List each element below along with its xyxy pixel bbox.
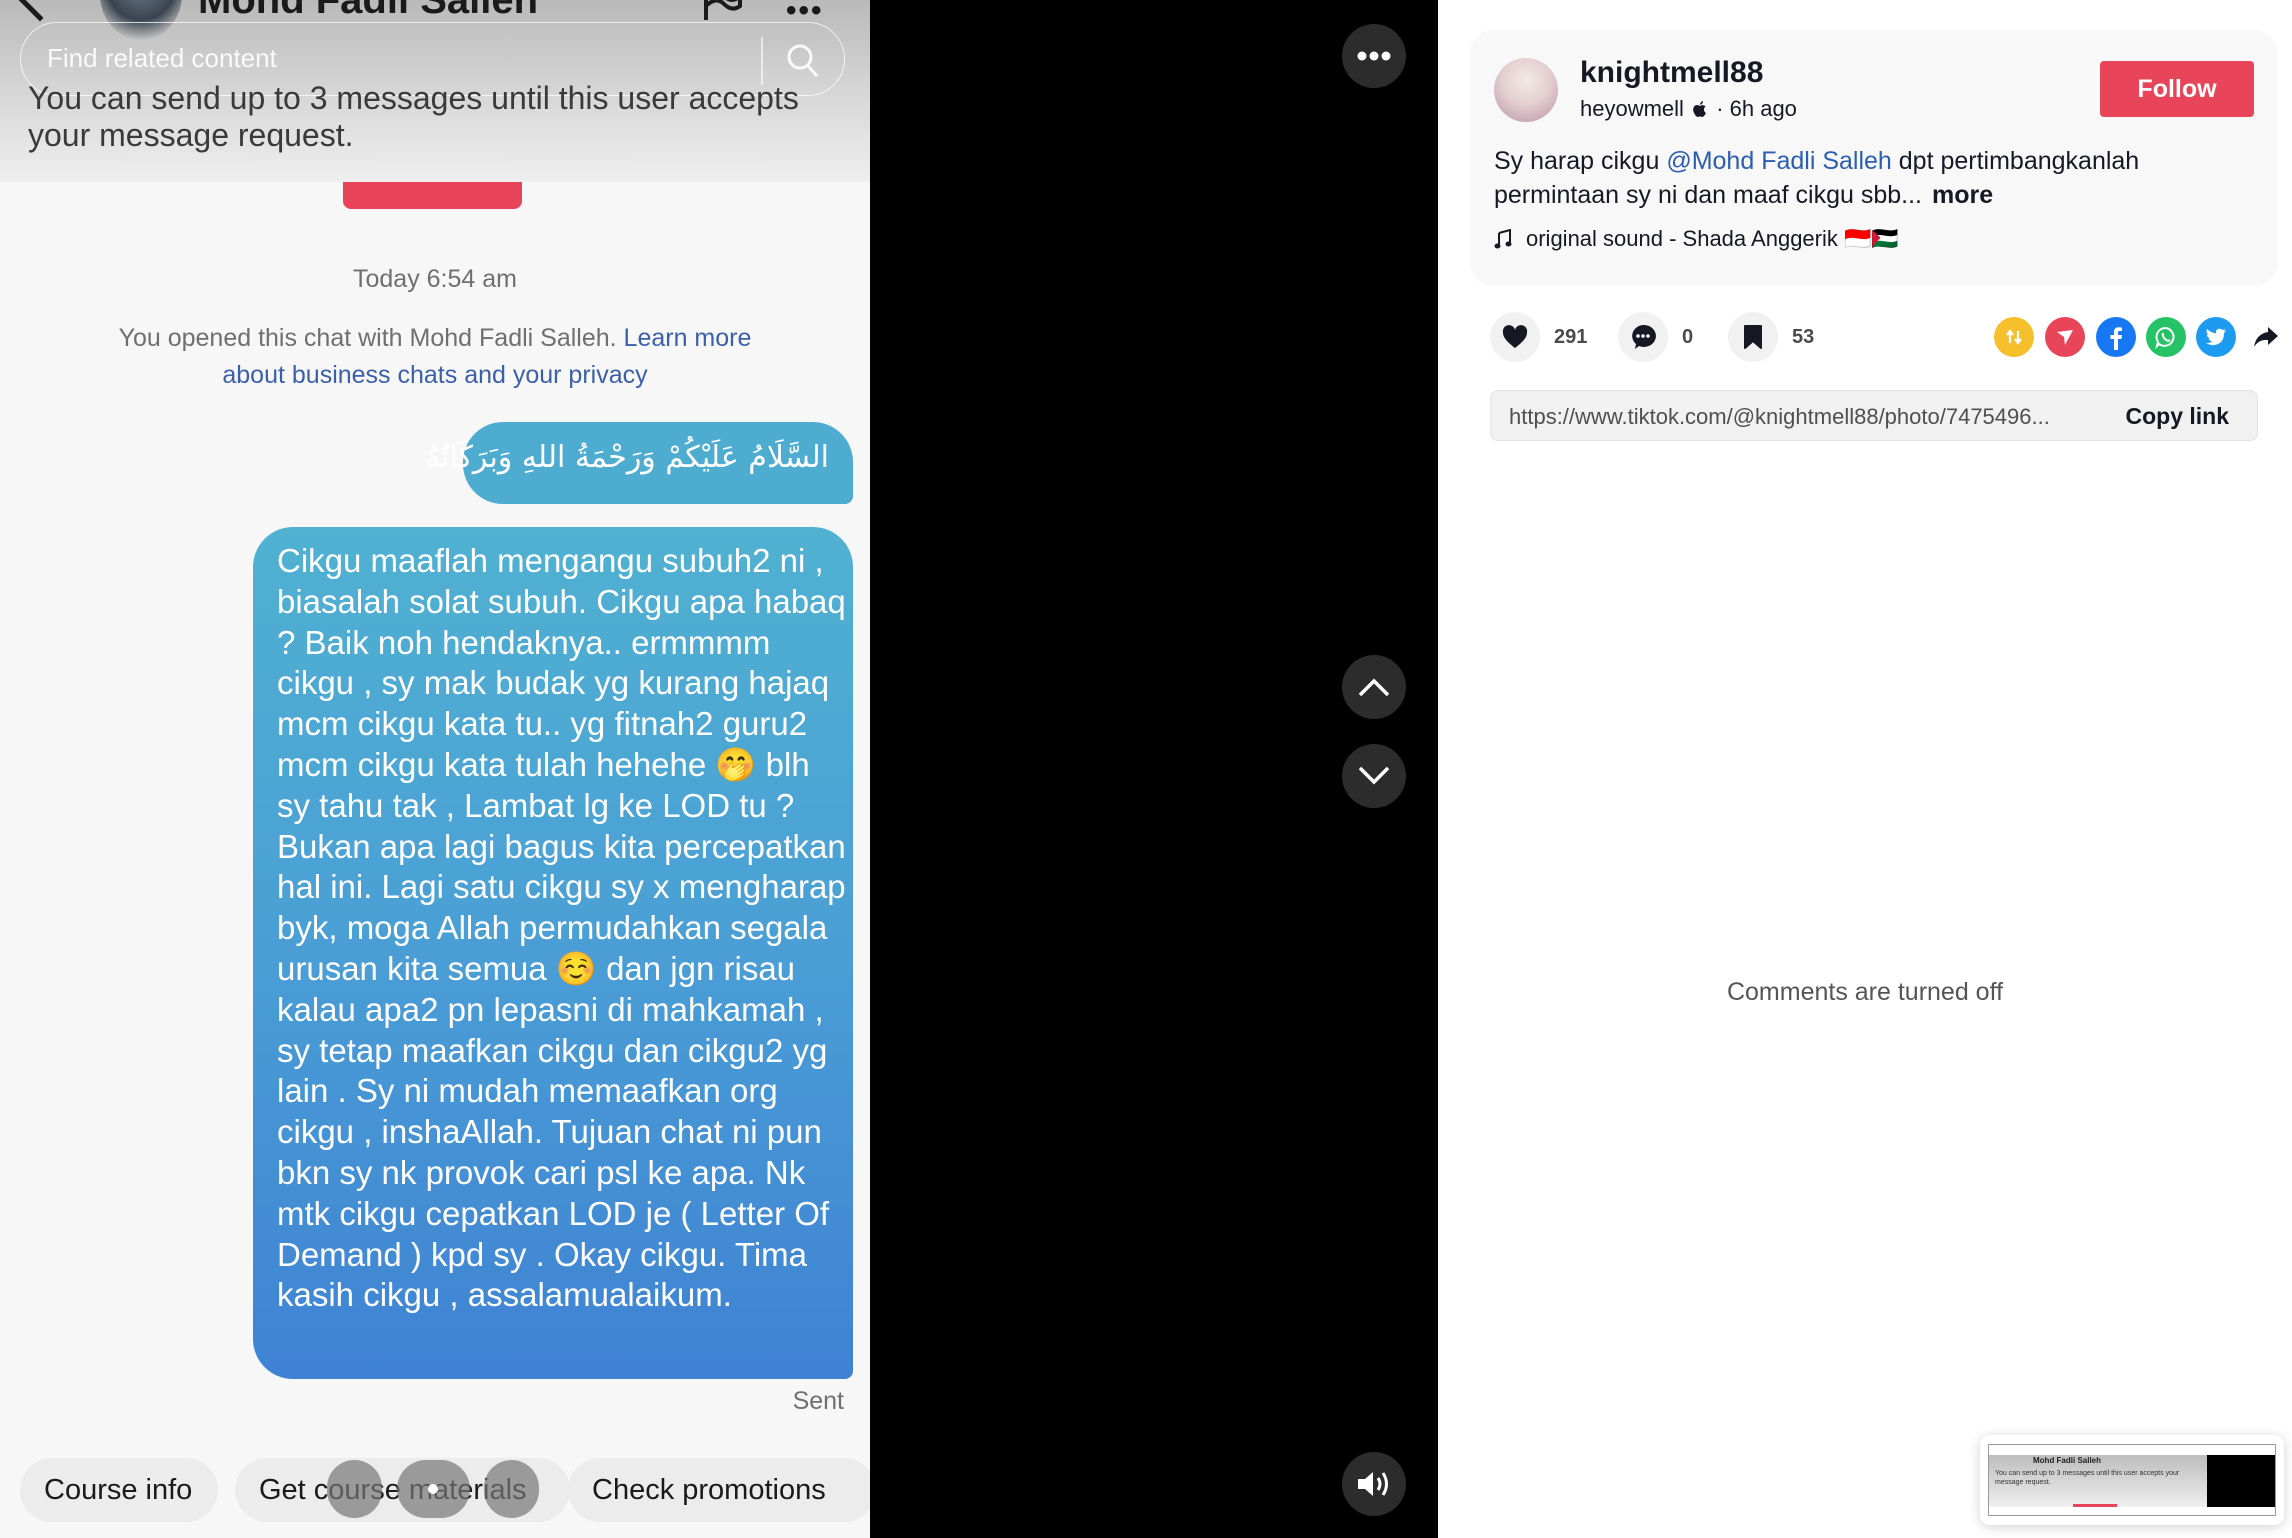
apple-icon (1693, 101, 1707, 117)
sound-link[interactable]: original sound - Shada Anggerik 🇮🇩🇵🇸 (1494, 226, 1899, 252)
thumbnail-text: You can send up to 3 messages until this… (1995, 1470, 2180, 1486)
comments-disabled-notice: Comments are turned off (1726, 978, 2004, 1006)
carousel-indicator (397, 1460, 470, 1518)
thumbnail-media (2207, 1455, 2275, 1507)
contact-name: Mohd Fadli Salleh (198, 0, 539, 22)
more-options-button[interactable] (1342, 24, 1406, 88)
thumbnail-title: Mohd Fadli Salleh (2033, 1456, 2102, 1465)
share-arrow-icon (2254, 327, 2278, 347)
carousel-next-button[interactable] (484, 1460, 539, 1518)
post-card: knightmell88 heyowmell · 6h ago Follow S… (1470, 30, 2278, 286)
like-action[interactable]: 291 (1490, 312, 1587, 362)
post-caption: Sy harap cikgu @Mohd Fadli Salleh dpt pe… (1494, 144, 2264, 212)
back-icon[interactable] (14, 0, 66, 22)
like-button[interactable] (1490, 312, 1540, 362)
author-avatar[interactable] (1494, 58, 1558, 122)
action-bar: 291 0 53 (1490, 312, 2280, 364)
chevron-down-icon (1358, 766, 1390, 785)
post-url: https://www.tiktok.com/@knightmell88/pho… (1509, 404, 2050, 429)
author-meta: heyowmell · 6h ago (1580, 96, 1797, 122)
message-bubble: السَّلَامُ عَلَيْكُمْ وَرَحْمَةُ اللهِ و… (425, 422, 853, 504)
previous-post-button[interactable] (1342, 655, 1406, 719)
carousel-prev-button[interactable] (327, 1460, 382, 1518)
chat-screenshot: Mohd Fadli Salleh ••• Find related conte… (0, 0, 870, 1538)
message-text: السَّلَامُ عَلَيْكُمْ وَرَحْمَةُ اللهِ و… (425, 440, 829, 475)
send-to-friends-button[interactable] (2045, 317, 2085, 357)
message-text: Cikgu maaflah mengangu subuh2 ni , biasa… (277, 542, 846, 1314)
author-username[interactable]: knightmell88 (1580, 56, 1763, 90)
share-whatsapp-button[interactable] (2146, 317, 2186, 357)
divider (761, 37, 763, 85)
comment-count: 0 (1682, 325, 1694, 348)
chevron-up-icon (1358, 678, 1390, 697)
media-viewer (870, 0, 1438, 1538)
volume-icon (1358, 1472, 1388, 1496)
sent-status: Sent (792, 1387, 844, 1415)
thumbnail-chat: Mohd Fadli Salleh You can send up to 3 m… (1989, 1455, 2207, 1507)
quick-reply-check-promotions[interactable]: Check promotions (568, 1458, 870, 1522)
action-button-partial[interactable] (343, 182, 522, 209)
send-icon (2057, 330, 2073, 345)
thumbnail-frame: Mohd Fadli Salleh You can send up to 3 m… (1988, 1444, 2276, 1516)
caption-more-button[interactable]: more (1932, 181, 1993, 209)
bookmark-icon (1744, 325, 1762, 349)
copy-link-button[interactable]: Copy link (2125, 403, 2229, 430)
post-link-field[interactable]: https://www.tiktok.com/@knightmell88/pho… (1490, 390, 2258, 441)
sound-name: original sound - Shada Anggerik 🇮🇩🇵🇸 (1526, 226, 1899, 251)
system-note-text: You opened this chat with Mohd Fadli Sal… (118, 324, 624, 352)
posted-time: · 6h ago (1716, 96, 1797, 121)
comment-button[interactable] (1618, 312, 1668, 362)
more-horizontal-icon (1357, 51, 1391, 61)
search-icon[interactable] (785, 41, 821, 81)
twitter-icon (2206, 328, 2226, 346)
follow-button[interactable]: Follow (2100, 61, 2254, 117)
chat-timestamp: Today 6:54 am (353, 265, 517, 293)
music-note-icon (1494, 229, 1512, 249)
volume-button[interactable] (1342, 1452, 1406, 1516)
comment-icon (1632, 324, 1656, 349)
author-nickname: heyowmell (1580, 96, 1684, 121)
facebook-icon (2110, 327, 2122, 350)
caption-text: Sy harap cikgu (1494, 147, 1667, 175)
save-button[interactable] (1728, 312, 1778, 362)
find-placeholder: Find related content (47, 43, 277, 73)
flag-icon[interactable] (702, 0, 742, 20)
save-count: 53 (1792, 325, 1815, 348)
quick-reply-course-info[interactable]: Course info (20, 1458, 218, 1522)
repost-button[interactable] (1994, 317, 2034, 357)
next-post-button[interactable] (1342, 744, 1406, 808)
screen: Mohd Fadli Salleh ••• Find related conte… (0, 0, 2292, 1538)
comment-action[interactable]: 0 (1618, 312, 1693, 362)
caption-mention-link[interactable]: @Mohd Fadli Salleh (1666, 147, 1892, 175)
message-request-note: You can send up to 3 messages until this… (28, 80, 799, 153)
share-twitter-button[interactable] (2196, 317, 2236, 357)
whatsapp-icon (2155, 327, 2175, 349)
message-bubble: Cikgu maaflah mengangu subuh2 ni , biasa… (253, 527, 853, 1379)
save-action[interactable]: 53 (1728, 312, 1814, 362)
thumbnail-accent (2073, 1504, 2117, 1507)
business-chat-note: You opened this chat with Mohd Fadli Sal… (95, 320, 775, 394)
chat-header: Mohd Fadli Salleh ••• Find related conte… (0, 0, 870, 182)
post-details: knightmell88 heyowmell · 6h ago Follow S… (1438, 0, 2292, 1538)
share-facebook-button[interactable] (2096, 317, 2136, 357)
heart-icon (1502, 325, 1528, 348)
more-share-button[interactable] (2246, 317, 2286, 357)
photo-thumbnail-preview[interactable]: Mohd Fadli Salleh You can send up to 3 m… (1980, 1435, 2284, 1525)
repost-icon (2006, 329, 2022, 345)
like-count: 291 (1554, 325, 1588, 348)
